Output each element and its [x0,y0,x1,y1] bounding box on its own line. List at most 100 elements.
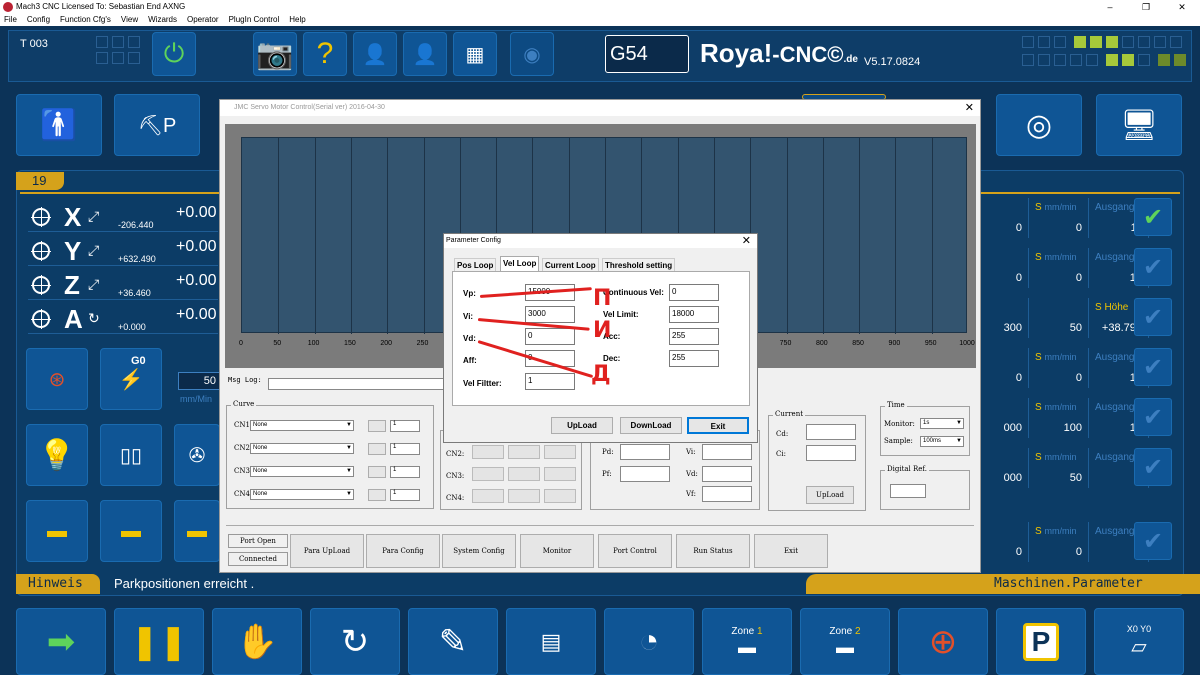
sample-select[interactable]: 100ms ▼ [920,436,964,447]
stop-button[interactable]: ✋ [212,608,302,675]
channel-color-button[interactable] [368,466,386,478]
menu-file[interactable]: File [4,14,17,26]
target-button[interactable]: ⊕ [898,608,988,675]
dro-y[interactable]: Y ⤢ +632.490 +0.00 [28,236,218,266]
channel-gain-spinner[interactable]: 1 [390,443,420,455]
output-11-toggle[interactable]: ✔ [1134,198,1172,236]
jmc-run-status-button[interactable]: Run Status [676,534,750,568]
channel-select[interactable]: None ▼ [250,466,354,477]
maximize-button[interactable]: ❐ [1128,0,1164,14]
x-zero-icon[interactable] [31,207,51,227]
vel-filter-input[interactable]: 1 [525,373,575,390]
tab-vel-loop[interactable]: Vel Loop [500,256,540,272]
calculator-button[interactable]: ▦ [453,32,497,76]
param-exit-button[interactable]: Exit [687,417,749,434]
continuous-vel-input[interactable]: 0 [669,284,719,301]
menu-function-cfgs[interactable]: Function Cfg's [60,14,111,26]
channel-color-button[interactable] [368,489,386,501]
power-button[interactable]: ⏻ [152,32,196,76]
z-zero-icon[interactable] [31,275,51,295]
vi-input[interactable]: 3000 [525,306,575,323]
channel-gain-spinner[interactable]: 1 [390,489,420,501]
tab-pos-loop[interactable]: Pos Loop [454,258,497,272]
work-offset-display[interactable]: G54 [605,35,689,73]
user-login-button[interactable]: 👤 [353,32,397,76]
menu-wizards[interactable]: Wizards [148,14,177,26]
menu-view[interactable]: View [121,14,138,26]
output-14-toggle[interactable]: ✔ [1134,398,1172,436]
door-button[interactable]: ▯▯ [100,424,162,486]
minimize-button[interactable]: – [1092,0,1128,14]
light-button[interactable]: 💡 [26,424,88,486]
pd-field[interactable] [620,444,670,460]
rewind-button[interactable]: ↻ [310,608,400,675]
table-button-2[interactable]: ▬ [100,500,162,562]
zone-1-button[interactable]: Zone 1 ▬ [702,608,792,675]
table-lift-button[interactable]: ▤ [506,608,596,675]
feed-hold-button[interactable]: ❚❚ [114,608,204,675]
channel-color-button[interactable] [368,420,386,432]
channel-color-button[interactable] [368,443,386,455]
vel-limit-input[interactable]: 18000 [669,306,719,323]
dro-a[interactable]: A ↻ +0.000 +0.00 [28,304,218,334]
channel-select[interactable]: None ▼ [250,443,354,454]
park-button[interactable]: P [996,608,1086,675]
table-button-3[interactable]: ▬ [174,500,220,562]
g0-mode-button[interactable]: G0 ⚡ [100,348,162,410]
jmc-close-button[interactable]: ✕ [965,100,974,116]
oscilloscope-button[interactable]: ◎ [996,94,1082,156]
feed-value[interactable]: 50 [178,372,220,390]
channel-gain-spinner[interactable]: 1 [390,420,420,432]
digital-ref-field[interactable] [890,484,926,498]
close-button[interactable]: ✕ [1164,0,1200,14]
output-12-toggle[interactable]: ✔ [1134,248,1172,286]
acc-input[interactable]: 255 [669,328,719,345]
jmc-system-config-button[interactable]: System Config [442,534,516,568]
current-upload-button[interactable]: UpLoad [806,486,854,504]
vd-input[interactable]: 0 [525,328,575,345]
channel-select[interactable]: None ▼ [250,489,354,500]
param-download-button[interactable]: DownLoad [620,417,682,434]
table-button-1[interactable]: ▬ [26,500,88,562]
speed-gauge-button[interactable]: ◔ [604,608,694,675]
output-13-toggle[interactable]: ✔ [1134,348,1172,386]
dro-x[interactable]: X ⤢ -206.440 +0.00 [28,202,218,232]
zero-xy-button[interactable]: X0 Y0 ▱ [1094,608,1184,675]
park-position-button[interactable]: ⛏P [114,94,200,156]
cd-field[interactable] [806,424,856,440]
help-button[interactable]: ? [303,32,347,76]
jmc-exit-button[interactable]: Exit [754,534,828,568]
jmc-port-control-button[interactable]: Port Control [598,534,672,568]
vf-monitor-field[interactable] [702,486,752,502]
y-zero-icon[interactable] [31,241,51,261]
fan-button[interactable]: ✇ [174,424,220,486]
ci-field[interactable] [806,445,856,461]
dec-input[interactable]: 255 [669,350,719,367]
view-button[interactable]: ◉ [510,32,554,76]
height-toggle[interactable]: ✔ [1134,298,1172,336]
jmc-para-config-button[interactable]: Para Config [366,534,440,568]
channel-gain-spinner[interactable]: 1 [390,466,420,478]
param-close-button[interactable]: ✕ [742,234,751,248]
vi-monitor-field[interactable] [702,444,752,460]
dro-z[interactable]: Z ⤢ +36.460 +0.00 [28,270,218,300]
tab-threshold-setting[interactable]: Threshold setting [602,258,676,272]
menu-help[interactable]: Help [289,14,305,26]
user-logout-button[interactable]: 👤 [403,32,447,76]
menu-operator[interactable]: Operator [187,14,219,26]
pf-field[interactable] [620,466,670,482]
channel-select[interactable]: None ▼ [250,420,354,431]
param-upload-button[interactable]: UpLoad [551,417,613,434]
cycle-start-button[interactable]: ➡ [16,608,106,675]
reset-button[interactable]: ⊛ [26,348,88,410]
screen-settings-button[interactable]: 🖥 [1096,94,1182,156]
jmc-para-upload-button[interactable]: Para UpLoad [290,534,364,568]
probe-button[interactable]: ✎ [408,608,498,675]
a-zero-icon[interactable] [31,309,51,329]
tab-current-loop[interactable]: Current Loop [542,258,599,272]
output-0-toggle[interactable]: ✔ [1134,448,1172,486]
camera-button[interactable]: 📷 [253,32,297,76]
menu-config[interactable]: Config [27,14,50,26]
operator-button[interactable]: 🚹 [16,94,102,156]
output-0b-toggle[interactable]: ✔ [1134,522,1172,560]
